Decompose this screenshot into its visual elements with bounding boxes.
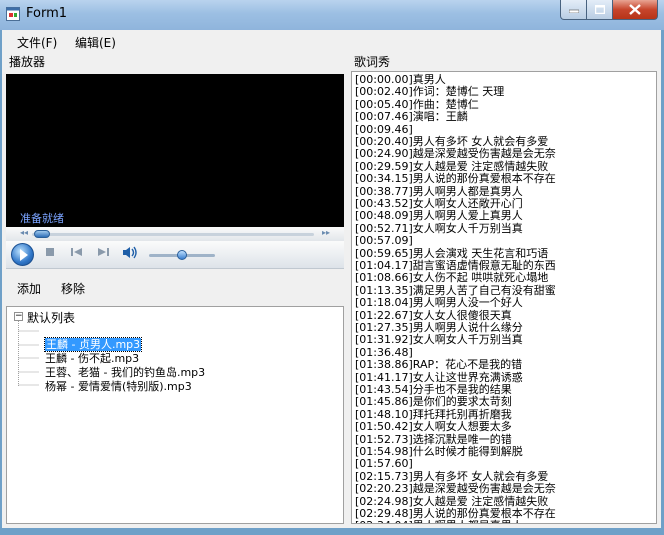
menu-edit[interactable]: 编辑(E) — [75, 34, 116, 51]
lyric-line: [01:18.04]男人啊男人没一个好人 — [355, 296, 523, 310]
lyrics-box[interactable]: [00:00.00]真男人 [00:02.40]作词：楚博仁 天理 [00:05.4… — [351, 71, 657, 524]
lyric-line: [00:24.90]越是深爱越受伤害越是会无奈 — [355, 147, 556, 161]
lyric-line: [00:05.40]作曲：楚博仁 — [355, 97, 479, 111]
lyric-line: [01:57.60] — [355, 457, 413, 471]
volume-slider[interactable] — [177, 250, 187, 260]
remove-button[interactable]: 移除 — [61, 280, 85, 297]
lyric-line: [00:38.77]男人啊男人都是真男人 — [355, 184, 523, 198]
lyric-line: [00:57.09] — [355, 234, 413, 248]
playlist-item[interactable]: 王麟 - 伤不起.mp3 — [45, 352, 139, 365]
playlist-item[interactable]: 杨幂 - 爱情爱情(特别版).mp3 — [45, 380, 192, 393]
minimize-icon — [568, 9, 579, 13]
playlist-item[interactable]: 王麟 - 贞男人.mp3 — [43, 337, 143, 352]
stop-icon[interactable] — [45, 247, 55, 257]
client-area: 文件(F) 编辑(E) 播放器 准备就绪 ◂◂ ▸▸ 添加 移除 − 默认列表 — [2, 30, 661, 528]
lyric-line: [00:02.40]作词：楚博仁 天理 — [355, 85, 505, 99]
lyric-line: [00:29.59]女人越是爱 注定感情越失败 — [355, 159, 549, 173]
maximize-button[interactable] — [586, 0, 613, 20]
playlist-tree[interactable]: − 默认列表 王麟 - 贞男人.mp3 王麟 - 伤不起.mp3 王蓉、老猫 - 我… — [6, 306, 344, 524]
lyric-line: [01:38.86]RAP：花心不是我的错 — [355, 358, 523, 372]
lyric-line: [00:48.09]男人啊男人爱上真男人 — [355, 209, 523, 223]
lyric-line: [02:15.73]男人有多坏 女人就会有多爱 — [355, 469, 549, 483]
lyric-line: [02:34.04]男人啊男人都是真男人 — [355, 520, 523, 523]
window-title: Form1 — [26, 6, 68, 21]
seek-thumb[interactable] — [34, 230, 51, 238]
play-button[interactable] — [11, 243, 34, 266]
lyric-line: [00:59.65]男人会演戏 天生花言和巧语 — [355, 246, 549, 260]
lyric-line: [00:07.46]演唱：王麟 — [355, 110, 468, 124]
menu-bar: 文件(F) 编辑(E) — [2, 30, 661, 52]
lyric-line: [01:13.35]满足男人苦了自己有没有甜蜜 — [355, 283, 556, 297]
lyric-line: [01:31.92]女人啊女人千万别当真 — [355, 333, 523, 347]
player-controls — [6, 241, 344, 269]
volume-icon[interactable] — [122, 246, 138, 259]
lyric-line: [01:36.48] — [355, 345, 413, 359]
seek-forward-icon: ▸▸ — [322, 228, 331, 237]
lyric-line: [00:09.46] — [355, 122, 413, 136]
lyric-line: [02:20.23]越是深爱越受伤害越是会无奈 — [355, 482, 556, 496]
lyric-line: [01:41.17]女人让这世界充满诱惑 — [355, 370, 523, 384]
lyric-line: [01:08.66]女人伤不起 哄哄就死心塌地 — [355, 271, 549, 285]
app-icon — [6, 7, 20, 21]
lyric-line: [01:22.67]女人女人很傻很天真 — [355, 308, 512, 322]
lyric-line: [00:52.71]女人啊女人千万别当真 — [355, 221, 523, 235]
maximize-icon — [594, 5, 605, 14]
lyric-line: [01:54.98]什么时候才能得到解脱 — [355, 445, 523, 458]
lyric-line: [01:45.86]是你们的要求太苛刻 — [355, 395, 512, 409]
collapse-toggle-icon[interactable]: − — [14, 312, 23, 321]
tree-lines — [18, 321, 39, 387]
lyric-line: [02:24.98]女人越是爱 注定感情越失败 — [355, 494, 549, 508]
main-window: Form1 文件(F) 编辑(E) 播放器 准备就绪 ◂◂ ▸▸ 添加 移除 −… — [0, 0, 664, 535]
previous-icon[interactable] — [71, 247, 83, 257]
lyric-line: [00:34.15]男人说的那份真爱根本不存在 — [355, 172, 556, 186]
minimize-button[interactable] — [560, 0, 587, 20]
menu-file[interactable]: 文件(F) — [17, 34, 57, 51]
next-icon[interactable] — [97, 247, 109, 257]
playlist-item[interactable]: 王蓉、老猫 - 我们的钓鱼岛.mp3 — [45, 366, 205, 379]
player-status: 准备就绪 — [20, 212, 64, 225]
add-button[interactable]: 添加 — [17, 280, 41, 297]
seek-back-icon: ◂◂ — [20, 228, 29, 237]
lyrics-group-label: 歌词秀 — [354, 53, 391, 70]
seek-track — [32, 233, 314, 236]
player-group-label: 播放器 — [9, 53, 46, 70]
lyric-line: [01:48.10]拜托拜托别再折磨我 — [355, 407, 512, 421]
video-area[interactable]: 准备就绪 — [6, 74, 344, 227]
seek-bar[interactable]: ◂◂ ▸▸ — [6, 227, 344, 241]
close-button[interactable] — [612, 0, 658, 20]
title-bar[interactable]: Form1 — [0, 0, 664, 30]
lyric-line: [01:52.73]选择沉默是唯一的错 — [355, 432, 512, 446]
close-icon — [629, 4, 641, 15]
lyric-line: [01:50.42]女人啊女人想要太多 — [355, 420, 512, 434]
